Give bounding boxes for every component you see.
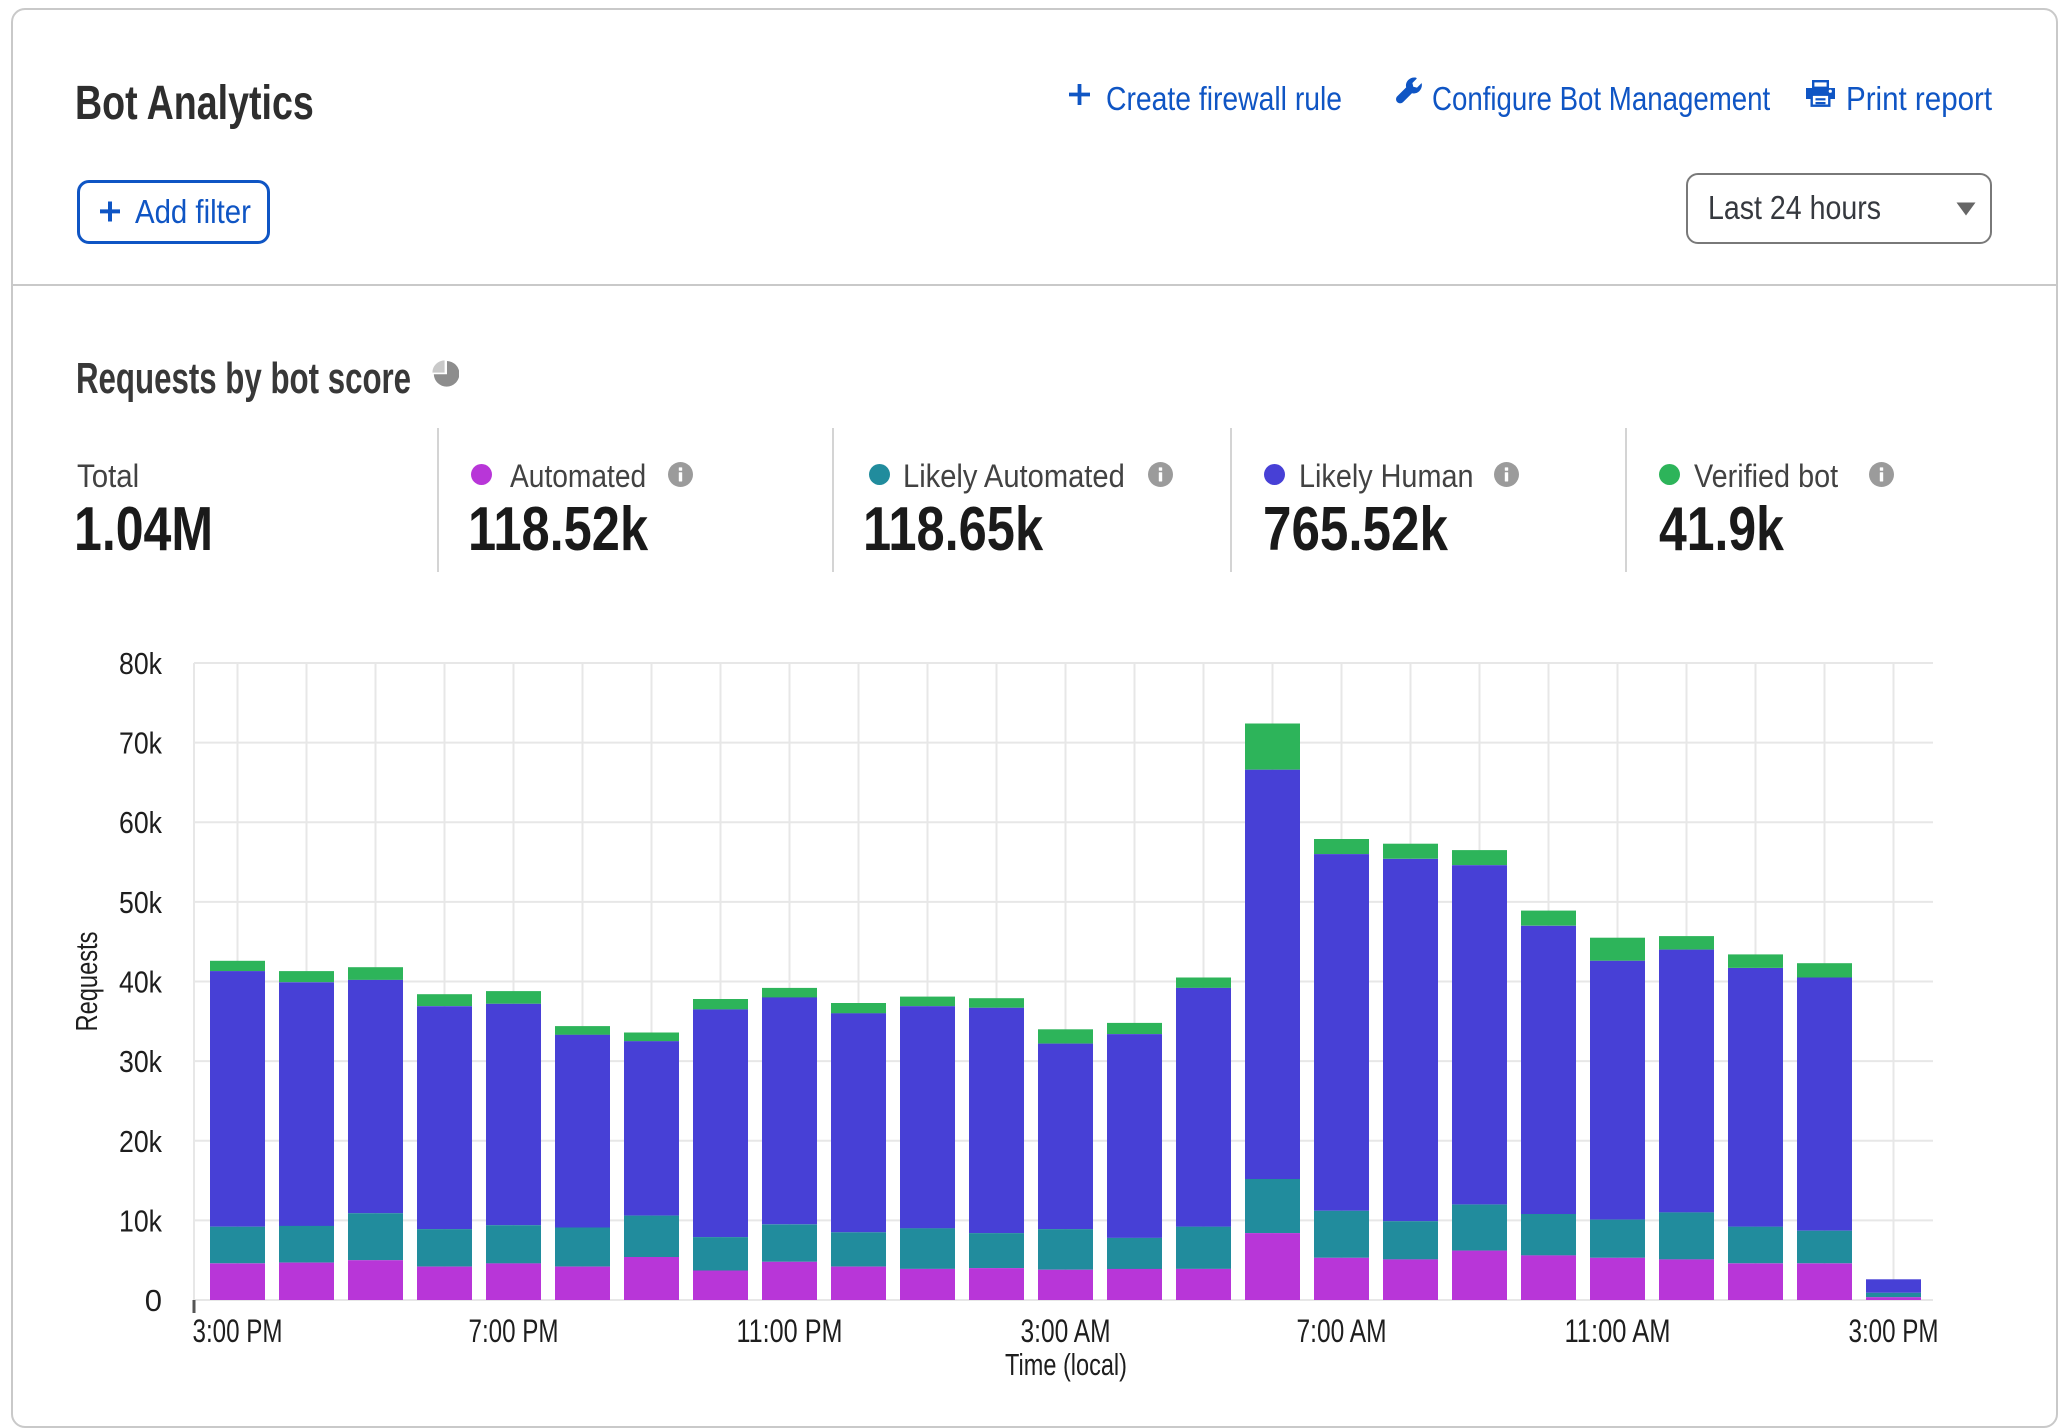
svg-text:80k: 80k — [119, 646, 162, 681]
svg-text:30k: 30k — [119, 1044, 162, 1079]
svg-text:3:00 PM: 3:00 PM — [1849, 1313, 1939, 1349]
svg-text:50k: 50k — [119, 885, 162, 920]
svg-text:40k: 40k — [119, 965, 162, 1000]
svg-text:11:00 AM: 11:00 AM — [1565, 1313, 1671, 1349]
svg-text:0: 0 — [145, 1283, 162, 1318]
svg-text:Requests: Requests — [69, 932, 104, 1032]
svg-text:3:00 AM: 3:00 AM — [1021, 1313, 1111, 1349]
svg-text:11:00 PM: 11:00 PM — [737, 1313, 843, 1349]
svg-text:7:00 AM: 7:00 AM — [1297, 1313, 1387, 1349]
svg-text:70k: 70k — [119, 726, 162, 761]
svg-text:3:00 PM: 3:00 PM — [193, 1313, 283, 1349]
svg-text:60k: 60k — [119, 805, 162, 840]
svg-text:10k: 10k — [119, 1203, 162, 1238]
svg-text:20k: 20k — [119, 1124, 162, 1159]
svg-text:Time (local): Time (local) — [1005, 1347, 1127, 1382]
svg-text:7:00 PM: 7:00 PM — [469, 1313, 559, 1349]
